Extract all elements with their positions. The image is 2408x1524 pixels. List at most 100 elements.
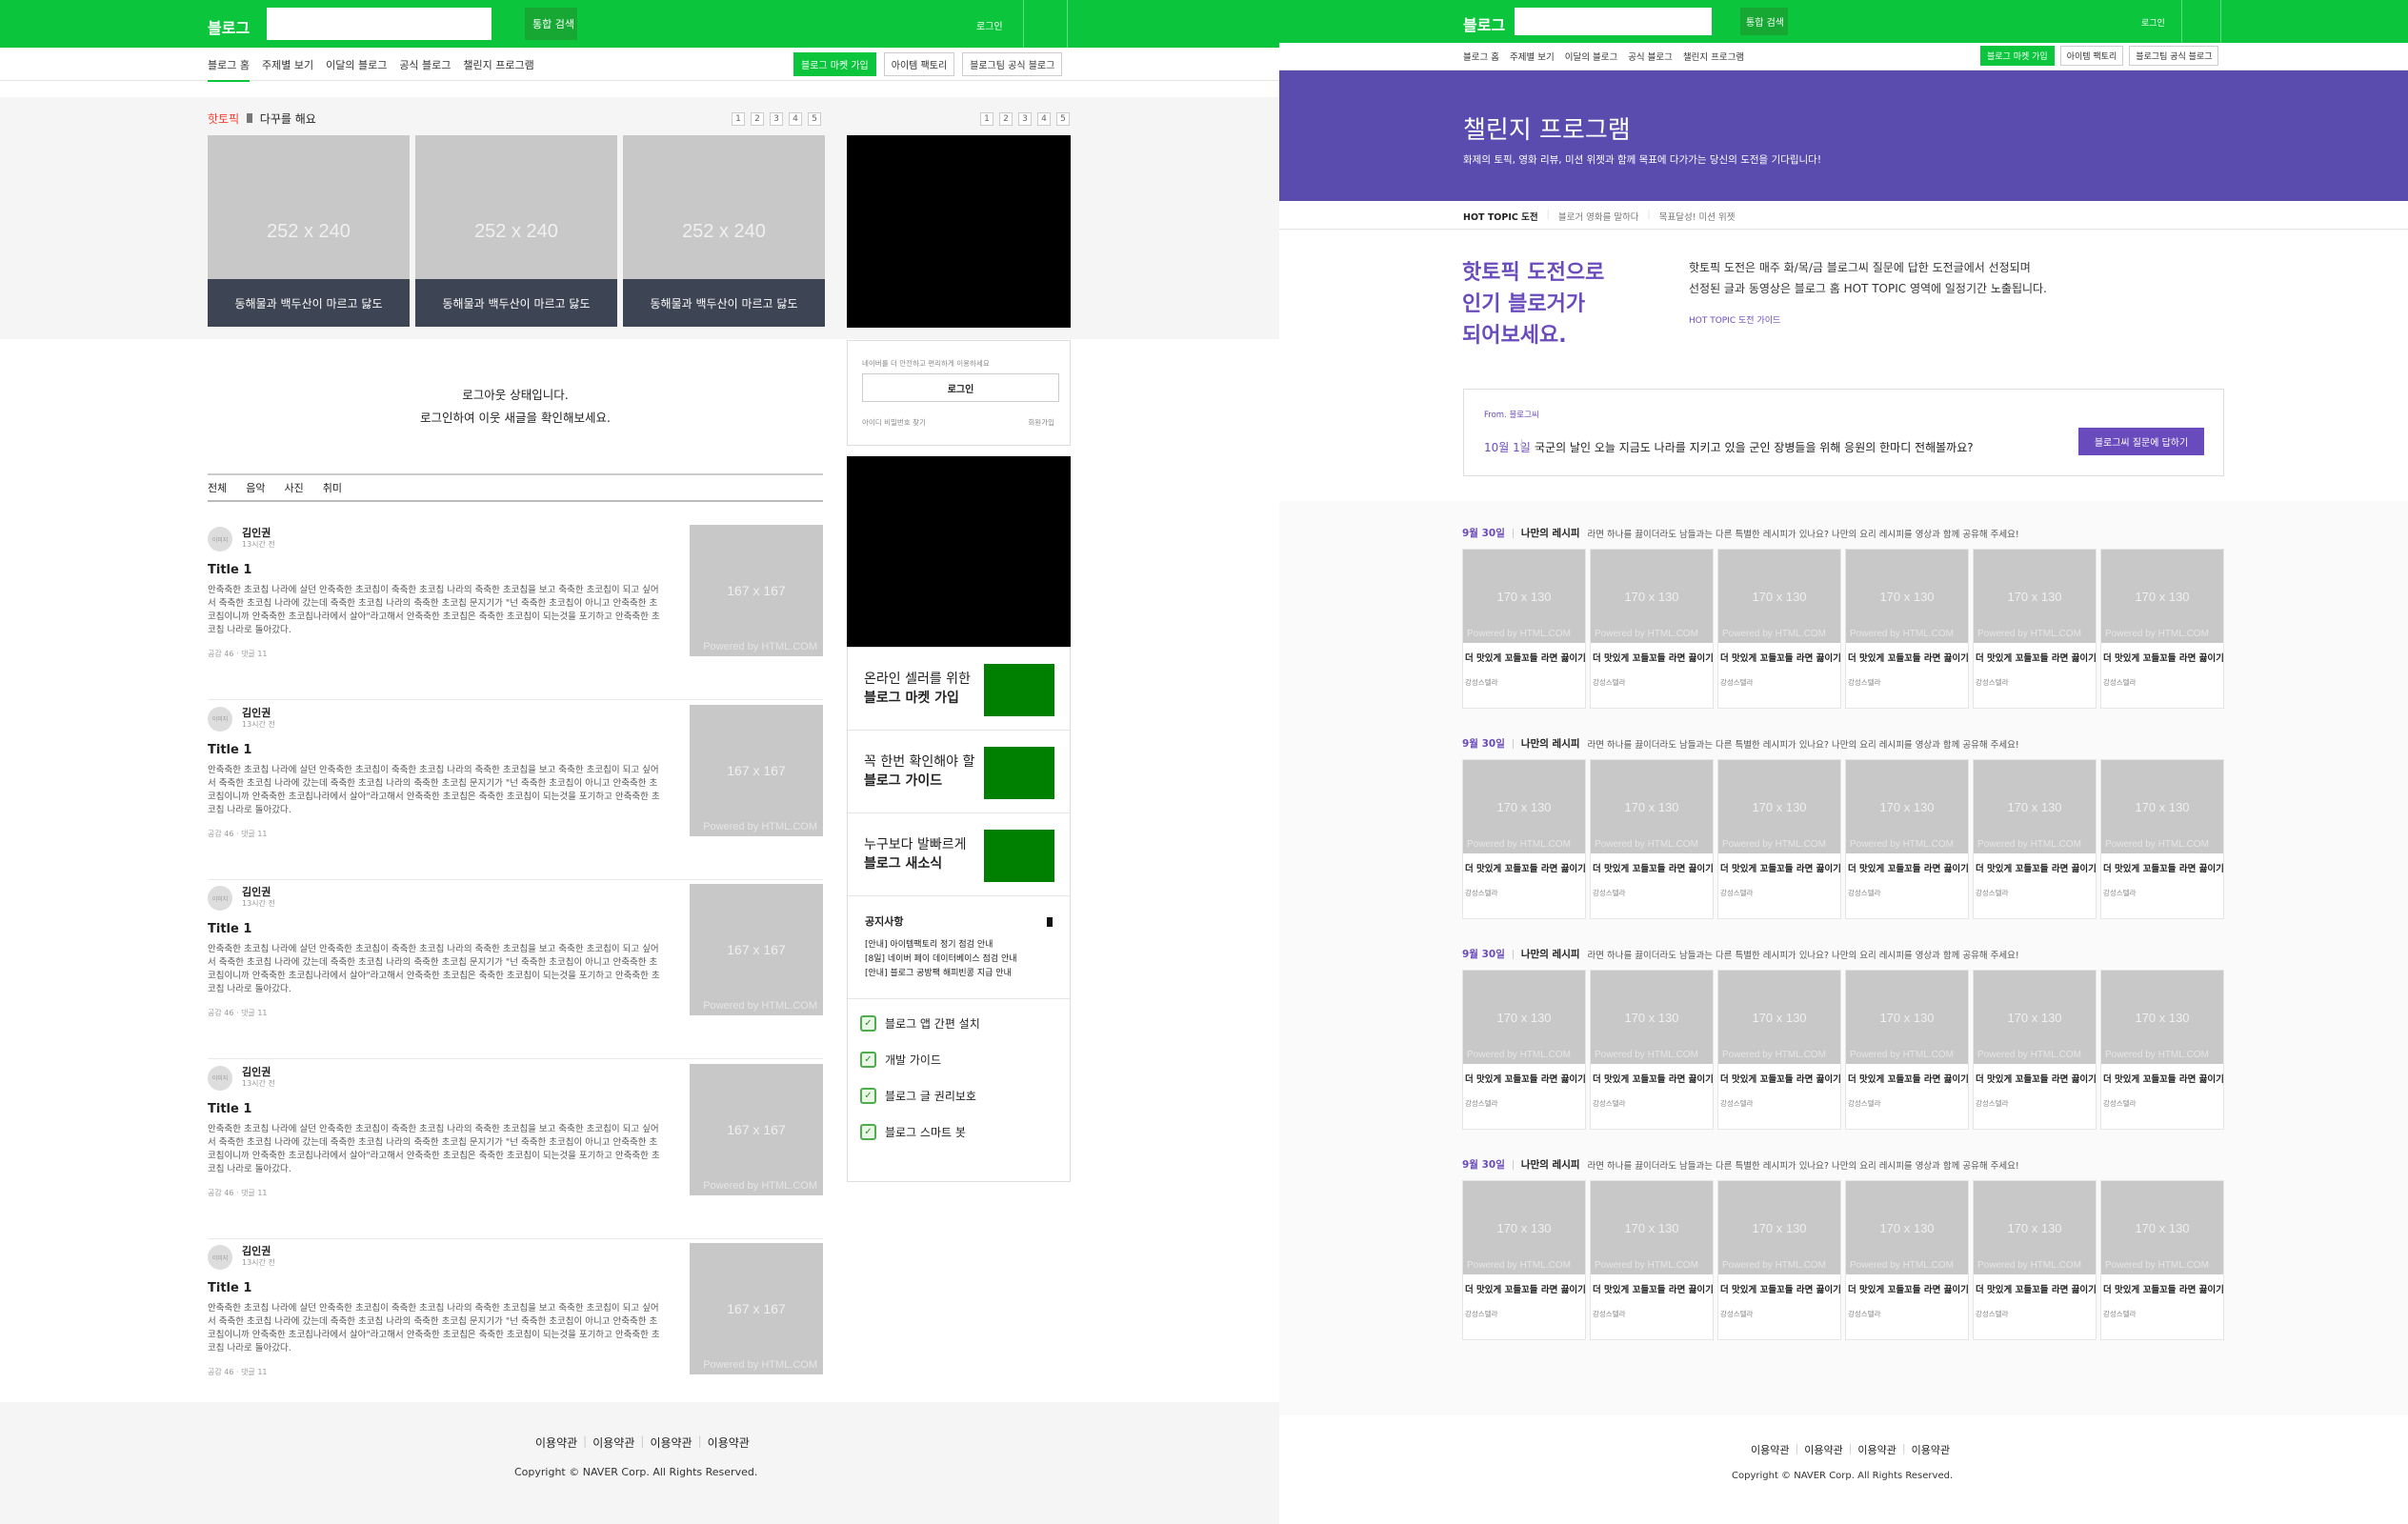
challenge-post-card[interactable]: 170 x 130 Powered by HTML.COM 더 맛있게 꼬들꼬들 라… xyxy=(1462,759,1586,919)
gnb-item[interactable]: 공식 블로그 xyxy=(1628,50,1673,72)
challenge-post-card[interactable]: 170 x 130 Powered by HTML.COM 더 맛있게 꼬들꼬들 라… xyxy=(1973,759,2097,919)
feed-tab[interactable]: 전체 xyxy=(208,480,227,495)
challenge-post-card[interactable]: 170 x 130 Powered by HTML.COM 더 맛있게 꼬들꼬들 라… xyxy=(1973,1180,2097,1340)
feature-link[interactable]: 누구보다 발빠르게 블로그 새소식 xyxy=(848,813,1070,896)
post-title[interactable]: Title 1 xyxy=(208,922,251,936)
terms-link[interactable]: 이용약관 xyxy=(592,1434,634,1451)
search-input[interactable] xyxy=(1515,8,1712,35)
challenge-post-card[interactable]: 170 x 130 Powered by HTML.COM 더 맛있게 꼬들꼬들 라… xyxy=(1462,549,1586,709)
post-thumbnail[interactable]: 167 x 167 Powered by HTML.COM xyxy=(690,704,823,836)
challenge-post-card[interactable]: 170 x 130 Powered by HTML.COM 더 맛있게 꼬들꼬들 라… xyxy=(1973,970,2097,1130)
feed-tab[interactable]: 취미 xyxy=(323,480,342,495)
blog-logo[interactable]: 블로그 xyxy=(208,15,250,38)
challenge-post-card[interactable]: 170 x 130 Powered by HTML.COM 더 맛있게 꼬들꼬들 라… xyxy=(2100,970,2224,1130)
item-factory-button[interactable]: 아이템 팩토리 xyxy=(2059,46,2124,66)
market-join-button[interactable]: 블로그 마켓 가입 xyxy=(793,52,876,76)
gnb-item[interactable]: 주제별 보기 xyxy=(1510,50,1555,72)
feed-post[interactable]: 이미지 김인권 13시간 전 Title 1 안축축한 초코칩 나라에 살던 안축축한 … xyxy=(208,1060,823,1239)
challenge-post-card[interactable]: 170 x 130 Powered by HTML.COM 더 맛있게 꼬들꼬들 라… xyxy=(1717,970,1841,1130)
terms-link[interactable]: 이용약관 xyxy=(650,1434,692,1451)
terms-link[interactable]: 이용약관 xyxy=(1912,1442,1950,1457)
challenge-post-card[interactable]: 170 x 130 Powered by HTML.COM 더 맛있게 꼬들꼬들 라… xyxy=(1590,1180,1714,1340)
challenge-post-card[interactable]: 170 x 130 Powered by HTML.COM 더 맛있게 꼬들꼬들 라… xyxy=(1590,970,1714,1130)
challenge-post-card[interactable]: 170 x 130 Powered by HTML.COM 더 맛있게 꼬들꼬들 라… xyxy=(1845,549,1969,709)
gnb-item[interactable]: 이달의 블로그 xyxy=(1565,50,1617,72)
page-button[interactable]: 3 xyxy=(770,112,783,126)
util-link[interactable]: ✓ 블로그 앱 간편 설치 xyxy=(860,1015,980,1032)
market-join-button[interactable]: 블로그 마켓 가입 xyxy=(1980,46,2055,66)
post-thumbnail[interactable]: 167 x 167 Powered by HTML.COM xyxy=(690,884,823,1015)
gnb-item[interactable]: 블로그 홈 xyxy=(208,57,250,82)
challenge-post-card[interactable]: 170 x 130 Powered by HTML.COM 더 맛있게 꼬들꼬들 라… xyxy=(1590,549,1714,709)
post-title[interactable]: Title 1 xyxy=(208,743,251,757)
search-input[interactable] xyxy=(267,8,492,40)
hot-topic-card[interactable]: 252 x 240 동해물과 백두산이 마르고 닳도 xyxy=(623,135,825,327)
terms-link[interactable]: 이용약관 xyxy=(535,1434,577,1451)
login-link[interactable]: 로그인 xyxy=(976,18,1003,32)
search-button[interactable]: 통합 검색 xyxy=(492,8,577,40)
challenge-subtab[interactable]: HOT TOPIC 도전 xyxy=(1463,210,1538,223)
post-title[interactable]: Title 1 xyxy=(208,563,251,577)
page-button[interactable]: 4 xyxy=(789,112,802,126)
gnb-item[interactable]: 챌린지 프로그램 xyxy=(463,57,533,82)
terms-link[interactable]: 이용약관 xyxy=(1857,1442,1896,1457)
item-factory-button[interactable]: 아이템 팩토리 xyxy=(883,52,955,76)
official-blog-button[interactable]: 블로그팀 공식 블로그 xyxy=(2129,46,2219,66)
post-thumbnail[interactable]: 167 x 167 Powered by HTML.COM xyxy=(690,1063,823,1195)
page-button[interactable]: 2 xyxy=(999,112,1013,126)
blog-logo[interactable]: 블로그 xyxy=(1463,12,1505,35)
search-button[interactable]: 통합 검색 xyxy=(1712,8,1788,35)
row-keyword[interactable]: 나만의 레시피 xyxy=(1521,1157,1580,1172)
gnb-item[interactable]: 공식 블로그 xyxy=(399,57,451,82)
terms-link[interactable]: 이용약관 xyxy=(1804,1442,1842,1457)
util-link[interactable]: ✓ 블로그 스마트 봇 xyxy=(860,1124,966,1140)
util-link[interactable]: ✓ 개발 가이드 xyxy=(860,1052,941,1068)
login-link[interactable]: 로그인 xyxy=(2141,16,2165,29)
row-keyword[interactable]: 나만의 레시피 xyxy=(1521,526,1580,540)
page-button[interactable]: 1 xyxy=(732,112,745,126)
page-button[interactable]: 2 xyxy=(751,112,764,126)
ad-banner-top[interactable] xyxy=(847,135,1071,328)
gnb-item[interactable]: 챌린지 프로그램 xyxy=(1682,50,1745,72)
hot-topic-card[interactable]: 252 x 240 동해물과 백두산이 마르고 닳도 xyxy=(415,135,617,327)
gnb-item[interactable]: 주제별 보기 xyxy=(262,57,313,82)
challenge-post-card[interactable]: 170 x 130 Powered by HTML.COM 더 맛있게 꼬들꼬들 라… xyxy=(2100,549,2224,709)
challenge-post-card[interactable]: 170 x 130 Powered by HTML.COM 더 맛있게 꼬들꼬들 라… xyxy=(1462,1180,1586,1340)
notice-more-icon[interactable] xyxy=(1047,917,1053,927)
challenge-subtab[interactable]: 블로거 영화를 말하다 xyxy=(1558,210,1639,223)
feed-post[interactable]: 이미지 김인권 13시간 전 Title 1 안축축한 초코칩 나라에 살던 안축축한 … xyxy=(208,1239,823,1418)
official-blog-button[interactable]: 블로그팀 공식 블로그 xyxy=(962,52,1063,76)
row-keyword[interactable]: 나만의 레시피 xyxy=(1521,947,1580,961)
challenge-subtab[interactable]: 목표달성! 미션 위젯 xyxy=(1659,210,1736,223)
feed-tab[interactable]: 사진 xyxy=(285,480,304,495)
author-name[interactable]: 김인권 xyxy=(242,525,271,540)
hot-topic-card[interactable]: 252 x 240 동해물과 백두산이 마르고 닳도 xyxy=(208,135,410,327)
terms-link[interactable]: 이용약관 xyxy=(708,1434,750,1451)
login-button[interactable]: 로그인 xyxy=(862,373,1059,402)
post-title[interactable]: Title 1 xyxy=(208,1281,251,1295)
notice-item[interactable]: [8일] 네이버 페이 데이터베이스 점검 안내 xyxy=(865,952,1017,967)
feature-link[interactable]: 꼭 한번 확인해야 할 블로그 가이드 xyxy=(848,731,1070,813)
challenge-post-card[interactable]: 170 x 130 Powered by HTML.COM 더 맛있게 꼬들꼬들 라… xyxy=(1973,549,2097,709)
join-link[interactable]: 회원가입 xyxy=(1028,417,1054,428)
author-name[interactable]: 김인권 xyxy=(242,705,271,720)
post-title[interactable]: Title 1 xyxy=(208,1102,251,1116)
util-link[interactable]: ✓ 블로그 글 권리보호 xyxy=(860,1088,976,1104)
challenge-post-card[interactable]: 170 x 130 Powered by HTML.COM 더 맛있게 꼬들꼬들 라… xyxy=(1590,759,1714,919)
page-button[interactable]: 3 xyxy=(1018,112,1032,126)
page-button[interactable]: 5 xyxy=(808,112,821,126)
find-account-link[interactable]: 아이디 비밀번호 찾기 xyxy=(862,417,926,428)
page-button[interactable]: 5 xyxy=(1056,112,1070,126)
challenge-post-card[interactable]: 170 x 130 Powered by HTML.COM 더 맛있게 꼬들꼬들 라… xyxy=(2100,1180,2224,1340)
challenge-post-card[interactable]: 170 x 130 Powered by HTML.COM 더 맛있게 꼬들꼬들 라… xyxy=(1717,759,1841,919)
post-thumbnail[interactable]: 167 x 167 Powered by HTML.COM xyxy=(690,525,823,656)
feed-post[interactable]: 이미지 김인권 13시간 전 Title 1 안축축한 초코칩 나라에 살던 안축축한 … xyxy=(208,701,823,880)
feed-post[interactable]: 이미지 김인권 13시간 전 Title 1 안축축한 초코칩 나라에 살던 안축축한 … xyxy=(208,521,823,700)
author-name[interactable]: 김인권 xyxy=(242,1243,271,1258)
terms-link[interactable]: 이용약관 xyxy=(1751,1442,1789,1457)
gnb-item[interactable]: 블로그 홈 xyxy=(1463,50,1499,72)
challenge-post-card[interactable]: 170 x 130 Powered by HTML.COM 더 맛있게 꼬들꼬들 라… xyxy=(1845,1180,1969,1340)
feature-link[interactable]: 온라인 셀러를 위한 블로그 마켓 가입 xyxy=(848,648,1070,731)
gnb-item[interactable]: 이달의 블로그 xyxy=(326,57,387,82)
feed-post[interactable]: 이미지 김인권 13시간 전 Title 1 안축축한 초코칩 나라에 살던 안축축한 … xyxy=(208,880,823,1059)
